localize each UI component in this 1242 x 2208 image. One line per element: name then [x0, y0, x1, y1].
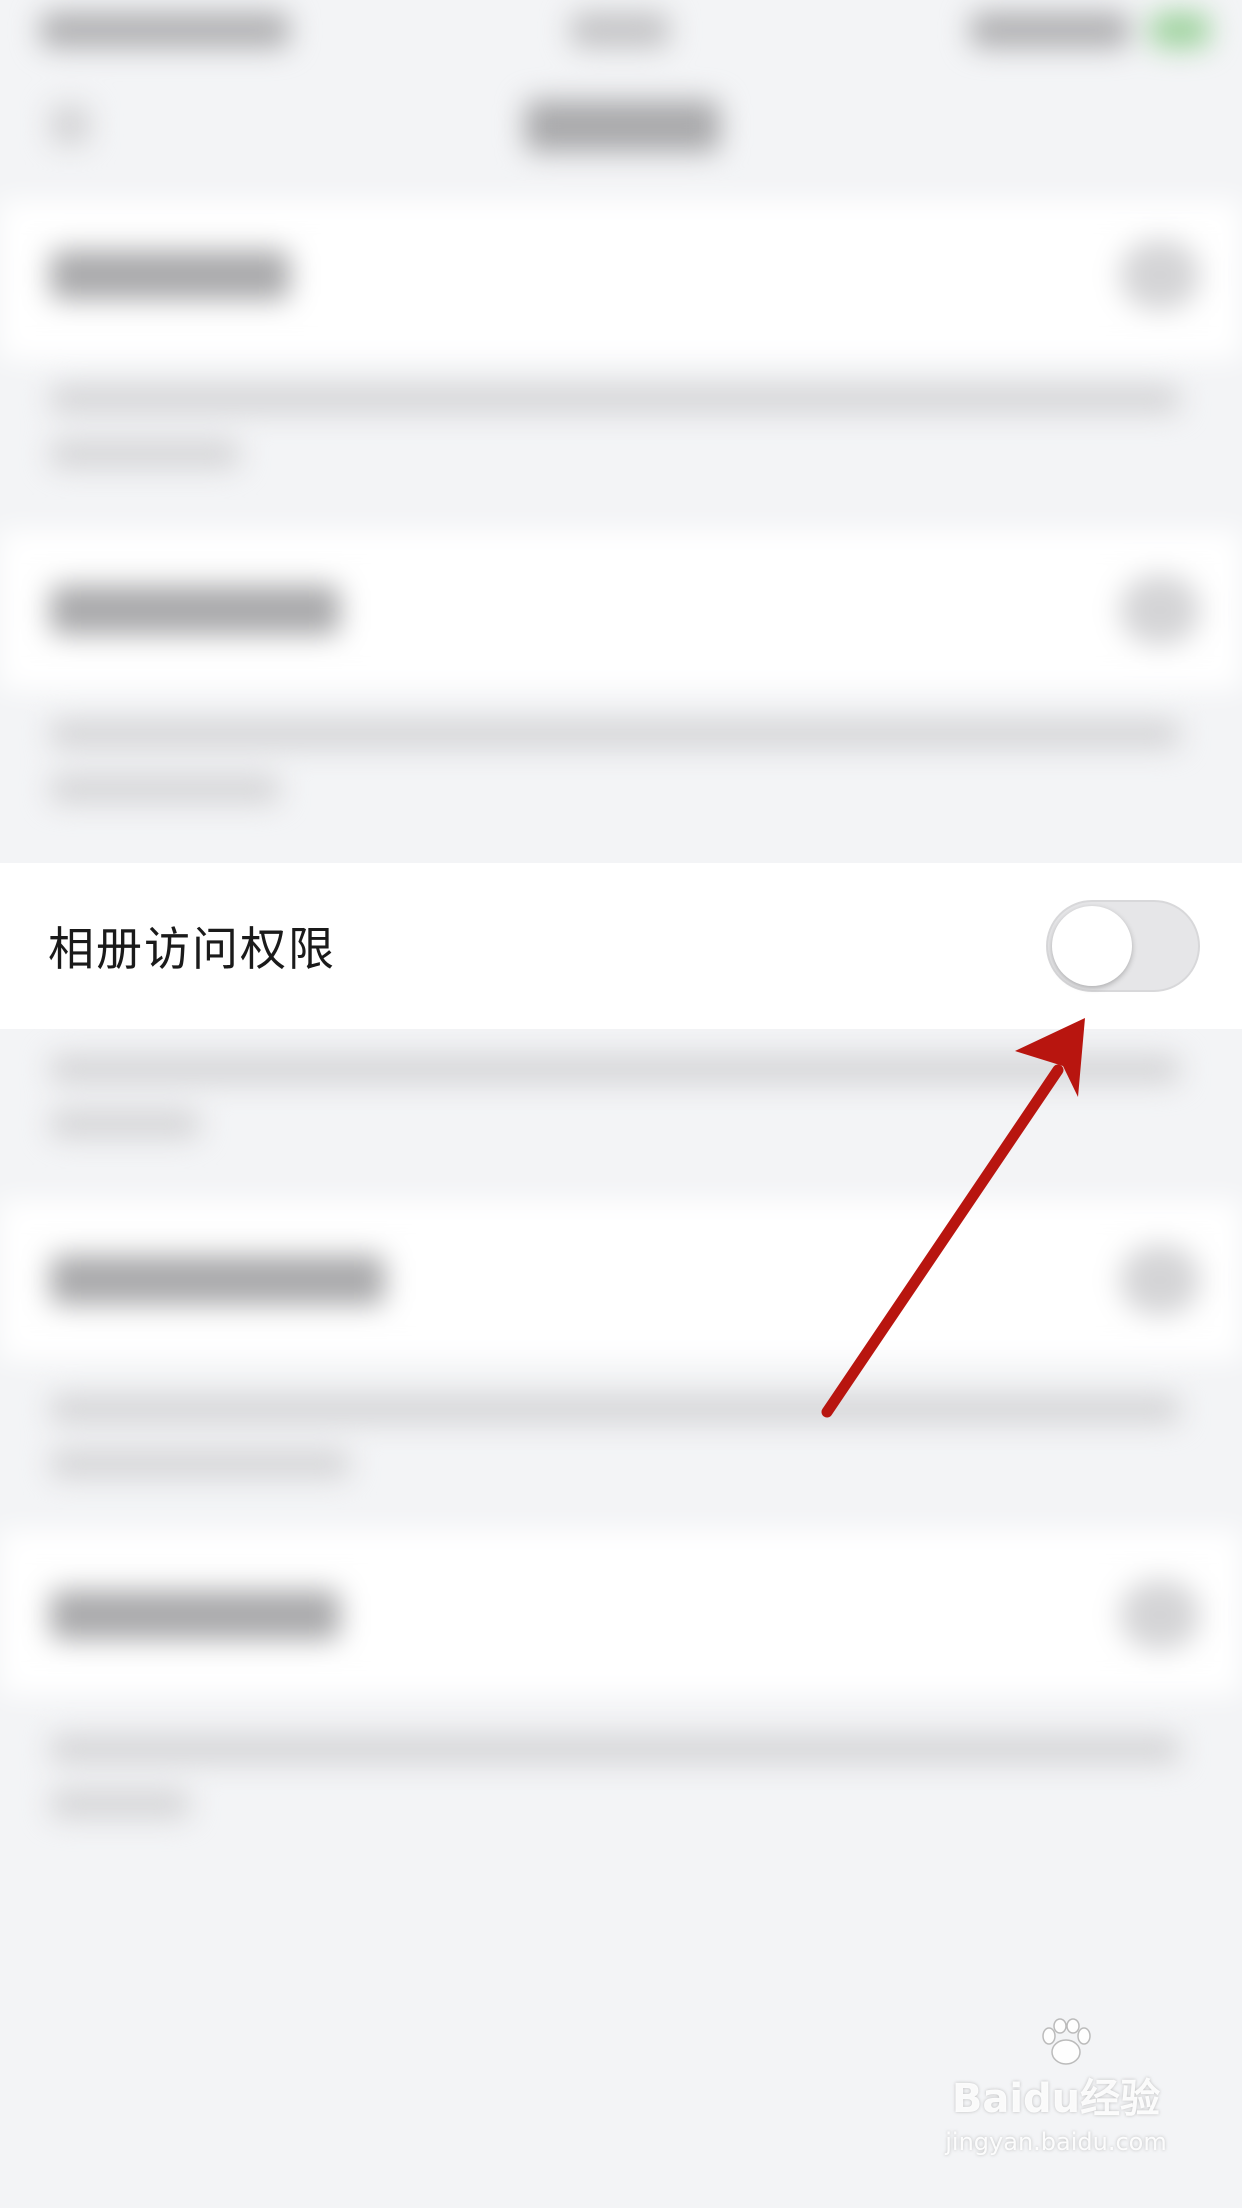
status-bar-time-blur [40, 12, 290, 48]
row-5-desc2-blur [50, 1790, 190, 1818]
watermark-brand: Baidu经验 [951, 2076, 1161, 2122]
row-2-desc-blur [50, 720, 1180, 748]
row-1-desc-blur [50, 385, 1180, 413]
blurred-background-content [0, 0, 1242, 2208]
album-access-label: 相册访问权限 [48, 922, 336, 976]
baidu-watermark: Baidu经验 jingyan.baidu.com [936, 2018, 1176, 2178]
row-2-toggle-blur [1120, 575, 1200, 645]
back-icon-blur [50, 105, 90, 145]
watermark-url: jingyan.baidu.com [945, 2128, 1167, 2156]
toggle-knob [1052, 906, 1132, 986]
row-1-toggle-blur [1120, 240, 1200, 310]
row-1-label-blur [50, 250, 290, 300]
battery-green-blur [1150, 12, 1210, 48]
row-4-label-blur [50, 1255, 385, 1305]
status-bar-battery-blur [970, 12, 1130, 48]
album-access-toggle[interactable] [1046, 900, 1200, 992]
row-4-desc2-blur [50, 1450, 350, 1478]
row-1-desc2-blur [50, 440, 240, 468]
row-2-desc2-blur [50, 775, 280, 803]
paw-icon [1042, 2018, 1091, 2065]
row-2-label-blur [50, 585, 340, 635]
row-4-toggle-blur [1120, 1245, 1200, 1315]
focus-desc2-blur [50, 1110, 200, 1138]
app-screen: { "setting": { "label": "相册访问权限", "toggl… [0, 0, 1242, 2208]
row-4-desc-blur [50, 1395, 1180, 1423]
page-title-blur [525, 100, 720, 152]
row-5-toggle-blur [1120, 1580, 1200, 1650]
row-5-desc-blur [50, 1735, 1180, 1763]
album-access-row: 相册访问权限 [0, 863, 1242, 1029]
status-bar-center-blur [570, 12, 670, 48]
focus-desc-blur [50, 1055, 1180, 1083]
row-5-label-blur [50, 1590, 340, 1640]
